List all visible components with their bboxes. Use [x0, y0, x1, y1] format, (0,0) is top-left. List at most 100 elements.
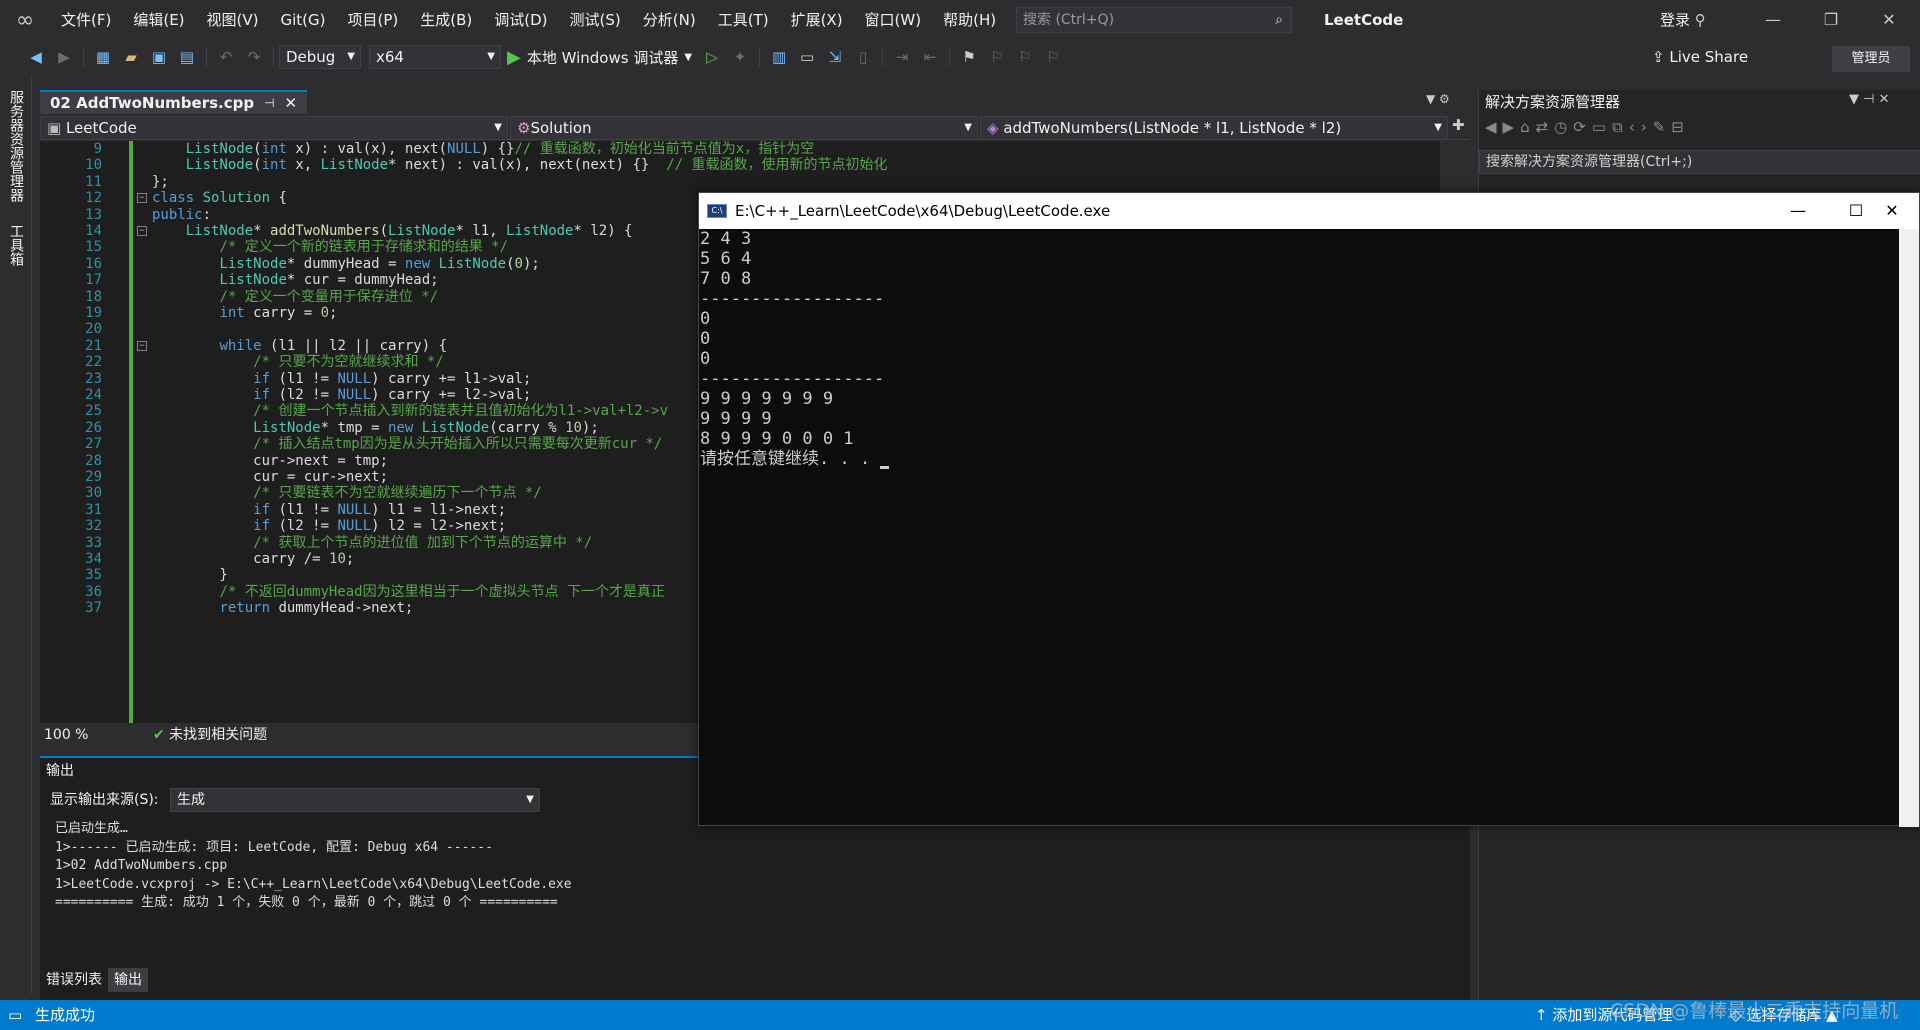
- login-label: 登录: [1660, 11, 1691, 29]
- fold-toggle-icon[interactable]: −: [137, 340, 147, 351]
- comment-icon[interactable]: ▯: [851, 45, 875, 69]
- pin-icon[interactable]: ⊣: [264, 92, 274, 114]
- chevron-down-icon: ▼: [347, 51, 355, 62]
- close-tab-icon[interactable]: ✕: [285, 92, 298, 114]
- menu-item-4[interactable]: 项目(P): [337, 0, 410, 40]
- output-text: 已启动生成… 1>------ 已启动生成: 项目: LeetCode, 配置:…: [55, 821, 572, 910]
- project-icon: ▣: [47, 119, 66, 137]
- prev-bookmark-icon[interactable]: ⚐: [985, 45, 1009, 69]
- visual-studio-logo-icon[interactable]: ∞: [0, 0, 50, 40]
- tab-error-list[interactable]: 错误列表: [40, 968, 108, 992]
- config-select[interactable]: Debug ▼: [279, 45, 361, 69]
- build-status-icon: ▭: [8, 1006, 23, 1024]
- solution-search-input[interactable]: 搜索解决方案资源管理器(Ctrl+;): [1479, 150, 1920, 174]
- vs-window: ∞ 文件(F) 编辑(E) 视图(V) Git(G) 项目(P) 生成(B) 调试(D) 测试…: [0, 0, 1920, 1030]
- scope-select[interactable]: ⚙Solution ▼: [510, 116, 978, 140]
- server-explorer-tab[interactable]: 服务器资源管理器: [0, 84, 32, 208]
- solution-search-placeholder: 搜索解决方案资源管理器(Ctrl+;): [1486, 154, 1693, 170]
- project-value: LeetCode: [65, 119, 137, 137]
- left-tool-tabs: 服务器资源管理器 工具箱: [0, 74, 32, 994]
- menu-item-7[interactable]: 测试(S): [559, 0, 632, 40]
- layout-icon[interactable]: ▭: [795, 45, 819, 69]
- menu-item-1[interactable]: 编辑(E): [122, 0, 195, 40]
- menu-item-0[interactable]: 文件(F): [50, 0, 122, 40]
- panel-controls-icon[interactable]: ▼ ⊣ ✕: [1849, 92, 1889, 107]
- play-icon: ▶: [507, 46, 521, 68]
- project-select[interactable]: ▣ LeetCode ▼: [40, 116, 508, 140]
- menu-item-2[interactable]: 视图(V): [196, 0, 270, 40]
- menu-bar: ∞ 文件(F) 编辑(E) 视图(V) Git(G) 项目(P) 生成(B) 调试(D) 测试…: [0, 0, 1920, 40]
- console-close-icon[interactable]: ✕: [1863, 193, 1920, 229]
- admin-badge: 管理员: [1832, 46, 1910, 72]
- search-input[interactable]: 搜索 (Ctrl+Q) ⌕: [1016, 7, 1292, 33]
- restore-icon[interactable]: ❐: [1802, 0, 1860, 40]
- menu-item-11[interactable]: 窗口(W): [854, 0, 933, 40]
- forward-icon[interactable]: ▶: [52, 45, 76, 69]
- bookmark-icon[interactable]: ⚑: [957, 45, 981, 69]
- clear-bookmarks-icon[interactable]: ⚐: [1041, 45, 1065, 69]
- member-value: addTwoNumbers(ListNode * l1, ListNode * …: [1003, 119, 1342, 137]
- document-tab[interactable]: 02 AddTwoNumbers.cpp ⊣ ✕: [40, 90, 308, 114]
- chevron-down-icon: ▼: [526, 794, 534, 805]
- fold-toggle-icon[interactable]: −: [137, 193, 147, 204]
- zoom-level[interactable]: 100 %: [40, 727, 88, 743]
- menu-item-12[interactable]: 帮助(H): [932, 0, 1007, 40]
- app-title: LeetCode: [1324, 11, 1404, 29]
- save-all-icon[interactable]: ▤: [175, 45, 199, 69]
- console-output: 2 4 3 5 6 4 7 0 8 ------------------ 0 0…: [699, 229, 1899, 827]
- menu-item-6[interactable]: 调试(D): [483, 0, 558, 40]
- output-title: 输出: [46, 763, 74, 779]
- console-minimize-icon[interactable]: —: [1769, 193, 1827, 229]
- indent-icon[interactable]: ⇥: [890, 45, 914, 69]
- run-debugger-button[interactable]: ▶ 本地 Windows 调试器 ▼: [501, 47, 698, 68]
- hot-reload-icon[interactable]: ✦: [728, 45, 752, 69]
- close-icon[interactable]: ✕: [1860, 0, 1918, 40]
- back-icon[interactable]: ◀: [24, 45, 48, 69]
- new-project-icon[interactable]: ▦: [91, 45, 115, 69]
- line-number: 37: [85, 600, 102, 617]
- chevron-down-icon: ▼: [964, 122, 972, 133]
- start-without-debug-icon[interactable]: ▷: [700, 45, 724, 69]
- undo-icon[interactable]: ↶: [214, 45, 238, 69]
- redo-icon[interactable]: ↷: [242, 45, 266, 69]
- open-folder-icon[interactable]: ▰: [119, 45, 143, 69]
- login-button[interactable]: 登录 ⚲: [1660, 0, 1706, 40]
- next-bookmark-icon[interactable]: ⚐: [1013, 45, 1037, 69]
- run-label: 本地 Windows 调试器: [526, 48, 679, 67]
- minimize-icon[interactable]: —: [1744, 0, 1802, 40]
- live-share-label: Live Share: [1669, 48, 1749, 66]
- share-icon: ⇪: [1652, 48, 1665, 66]
- menu-item-10[interactable]: 扩展(X): [780, 0, 854, 40]
- fold-toggle-icon[interactable]: −: [137, 226, 147, 236]
- solution-explorer-title: 解决方案资源管理器: [1485, 93, 1621, 111]
- tab-overflow-icon[interactable]: ▼ ⚙: [1426, 92, 1450, 106]
- console-text: 2 4 3 5 6 4 7 0 8 ------------------ 0 0…: [700, 229, 885, 469]
- outdent-icon[interactable]: ⇤: [918, 45, 942, 69]
- solution-toolbar-icons[interactable]: ◀▶⌂⇄◷⟳▭⧉‹›✎⊟: [1485, 118, 1690, 136]
- toolbox-tab[interactable]: 工具箱: [0, 218, 32, 272]
- navigation-bar: ▣ LeetCode ▼ ⚙Solution ▼ ◈ addTwoNumbers(L…: [40, 116, 1470, 140]
- platform-select[interactable]: x64 ▼: [369, 45, 501, 69]
- save-icon[interactable]: ▣: [147, 45, 171, 69]
- member-select[interactable]: ◈ addTwoNumbers(ListNode * l1, ListNode …: [980, 116, 1448, 140]
- solution-explorer-icon[interactable]: ▥: [767, 45, 791, 69]
- document-tab-title: 02 AddTwoNumbers.cpp: [50, 94, 255, 112]
- console-titlebar: C:\ E:\C++_Learn\LeetCode\x64\Debug\Leet…: [699, 193, 1919, 229]
- split-icon[interactable]: ✚: [1452, 116, 1465, 134]
- console-scrollbar[interactable]: [1899, 229, 1919, 827]
- step-icon[interactable]: ⇲: [823, 45, 847, 69]
- menu-item-9[interactable]: 工具(T): [707, 0, 780, 40]
- console-window[interactable]: C:\ E:\C++_Learn\LeetCode\x64\Debug\Leet…: [698, 192, 1920, 827]
- class-icon: ⚙: [517, 119, 531, 137]
- menu-item-5[interactable]: 生成(B): [409, 0, 483, 40]
- live-share-button[interactable]: ⇪ Live Share: [1652, 40, 1748, 74]
- issues-status[interactable]: 未找到相关问题: [169, 727, 267, 743]
- tab-output[interactable]: 输出: [108, 968, 148, 992]
- output-source-select[interactable]: 生成 ▼: [170, 788, 540, 812]
- search-placeholder: 搜索 (Ctrl+Q): [1023, 12, 1115, 28]
- watermark: CSDN @鲁棒最小二乘支持向量机: [1610, 1000, 1899, 1022]
- chevron-down-icon: ▼: [684, 51, 693, 63]
- menu-item-3[interactable]: Git(G): [270, 0, 337, 40]
- menu-item-8[interactable]: 分析(N): [632, 0, 707, 40]
- method-icon: ◈: [987, 119, 1004, 137]
